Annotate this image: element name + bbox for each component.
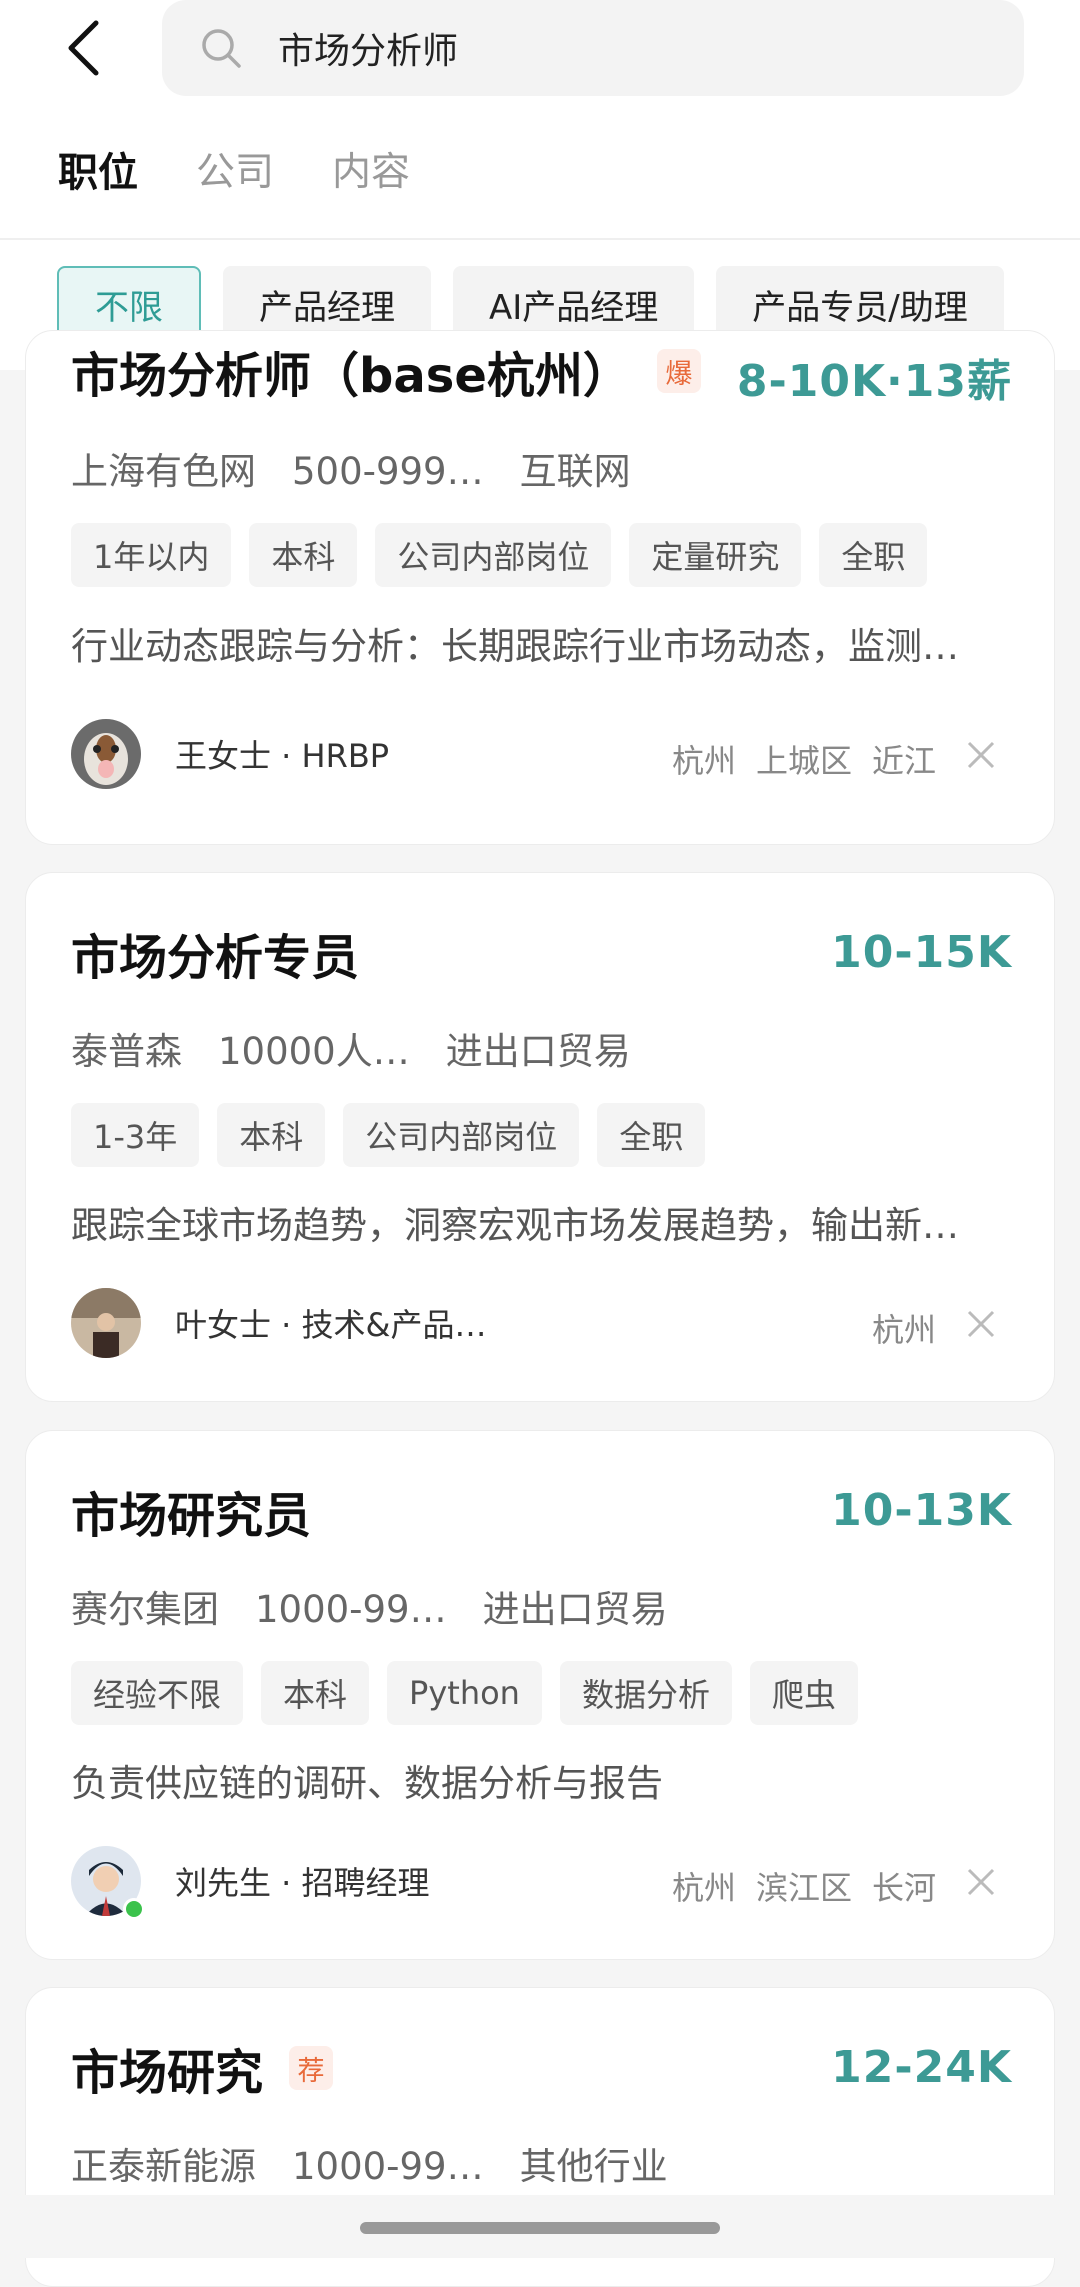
- company-size: 1000-99…: [255, 1588, 447, 1631]
- job-location: 杭州 上城区 近江: [652, 736, 936, 782]
- salary: 12-24K: [831, 2042, 1012, 2093]
- company-info: 泰普森 10000人… 进出口贸易: [71, 1021, 667, 1075]
- job-location: 杭州 滨江区 长河: [652, 1863, 936, 1909]
- industry: 其他行业: [519, 2145, 668, 2188]
- company-info: 正泰新能源 1000-99… 其他行业: [71, 2136, 704, 2190]
- city: 杭州: [671, 1869, 736, 1907]
- divider: [0, 238, 1080, 240]
- home-indicator[interactable]: [360, 2222, 720, 2234]
- recommend-badge: 荐: [289, 2046, 334, 2090]
- chevron-left-icon: [68, 20, 99, 76]
- close-icon[interactable]: [966, 1309, 996, 1339]
- avatar: [71, 1288, 141, 1358]
- tab-positions[interactable]: 职位: [58, 140, 138, 198]
- district: 上城区: [755, 742, 852, 780]
- job-tag: 本科: [261, 1661, 370, 1725]
- industry: 进出口贸易: [482, 1588, 668, 1631]
- hot-badge: 爆: [656, 349, 701, 393]
- salary: 8-10K·13薪: [736, 356, 1012, 407]
- company-size: 1000-99…: [292, 2145, 484, 2188]
- job-title-text: 市场研究: [71, 2045, 264, 2101]
- job-tags: 经验不限 本科 Python 数据分析 爬虫: [71, 1661, 858, 1725]
- job-description: 负责供应链的调研、数据分析与报告: [71, 1762, 663, 1805]
- tab-content[interactable]: 内容: [332, 141, 410, 197]
- recruiter-name: 王女士 · HRBP: [175, 737, 390, 775]
- company-info: 上海有色网 500-999… 互联网: [71, 441, 667, 495]
- job-tag: 数据分析: [559, 1661, 732, 1725]
- recruiter[interactable]: 王女士 · HRBP: [71, 719, 389, 789]
- online-status-dot: [123, 1898, 145, 1920]
- recruiter[interactable]: 叶女士 · 技术&产品…: [71, 1288, 486, 1358]
- city: 杭州: [671, 742, 736, 780]
- job-tags: 1-3年 本科 公司内部岗位 全职: [71, 1103, 706, 1167]
- job-tag: 全职: [819, 523, 928, 587]
- job-description: 跟踪全球市场趋势，洞察宏观市场发展趋势，输出新…: [71, 1204, 959, 1247]
- job-tag: 全职: [597, 1103, 706, 1167]
- area: 近江: [871, 742, 936, 780]
- job-tag: 本科: [217, 1103, 326, 1167]
- company-size: 10000人…: [218, 1030, 410, 1073]
- search-input[interactable]: 市场分析师: [278, 22, 458, 74]
- close-icon[interactable]: [966, 1867, 996, 1897]
- job-card[interactable]: 市场分析专员 10-15K 泰普森 10000人… 进出口贸易 1-3年 本科 公司…: [25, 872, 1055, 1402]
- industry: 进出口贸易: [445, 1030, 631, 1073]
- job-tag: 定量研究: [629, 523, 802, 587]
- job-title: 市场研究 荐: [71, 2028, 334, 2108]
- city: 杭州: [871, 1311, 936, 1349]
- company-name: 上海有色网: [71, 450, 256, 493]
- job-description: 行业动态跟踪与分析：长期跟踪行业市场动态，监测…: [71, 625, 959, 668]
- recruiter-name: 刘先生 · 招聘经理: [175, 1864, 430, 1902]
- close-icon[interactable]: [966, 740, 996, 770]
- job-title-text: 市场研究员: [71, 1488, 312, 1544]
- job-title: 市场研究员: [71, 1471, 311, 1551]
- job-tag: 1年以内: [71, 523, 232, 587]
- dog-avatar-icon: [71, 719, 141, 789]
- job-title-text: 市场分析师（base杭州）: [71, 348, 631, 404]
- avatar: [71, 719, 141, 789]
- back-button[interactable]: [58, 15, 108, 81]
- search-bar[interactable]: 市场分析师: [162, 0, 1024, 96]
- company-size: 500-999…: [292, 450, 484, 493]
- job-title-text: 市场分析专员: [71, 930, 360, 986]
- person-avatar-icon: [71, 1288, 141, 1358]
- job-title: 市场分析师（base杭州） 爆: [71, 331, 701, 411]
- job-card[interactable]: 市场分析师（base杭州） 爆 8-10K·13薪 上海有色网 500-999… 互…: [25, 330, 1055, 845]
- job-tag: 1-3年: [71, 1103, 200, 1167]
- search-icon: [202, 29, 241, 68]
- industry: 互联网: [519, 450, 631, 493]
- salary: 10-15K: [831, 927, 1012, 978]
- company-name: 泰普森: [71, 1030, 182, 1073]
- company-name: 赛尔集团: [71, 1588, 219, 1631]
- job-tag: 本科: [249, 523, 358, 587]
- result-tabs: 职位 公司 内容: [58, 140, 410, 198]
- job-tags: 1年以内 本科 公司内部岗位 定量研究 全职: [71, 523, 928, 587]
- job-tag: 公司内部岗位: [343, 1103, 580, 1167]
- recruiter[interactable]: 刘先生 · 招聘经理: [71, 1846, 430, 1920]
- job-location: 杭州: [852, 1305, 936, 1351]
- job-tag: 爬虫: [749, 1661, 858, 1725]
- recruiter-name: 叶女士 · 技术&产品…: [175, 1306, 487, 1344]
- job-tag: 经验不限: [71, 1661, 244, 1725]
- top-header: 市场分析师 职位 公司 内容 不限 产品经理 AI产品经理 产品专员/助理: [0, 0, 1080, 370]
- company-name: 正泰新能源: [71, 2145, 256, 2188]
- tab-companies[interactable]: 公司: [196, 141, 274, 197]
- area: 长河: [871, 1869, 936, 1907]
- job-title: 市场分析专员: [71, 913, 359, 993]
- job-card[interactable]: 市场研究员 10-13K 赛尔集团 1000-99… 进出口贸易 经验不限 本科 P…: [25, 1430, 1055, 1960]
- job-tag: 公司内部岗位: [375, 523, 612, 587]
- job-tag: Python: [387, 1661, 542, 1725]
- salary: 10-13K: [831, 1485, 1012, 1536]
- district: 滨江区: [755, 1869, 852, 1907]
- company-info: 赛尔集团 1000-99… 进出口贸易: [71, 1579, 704, 1633]
